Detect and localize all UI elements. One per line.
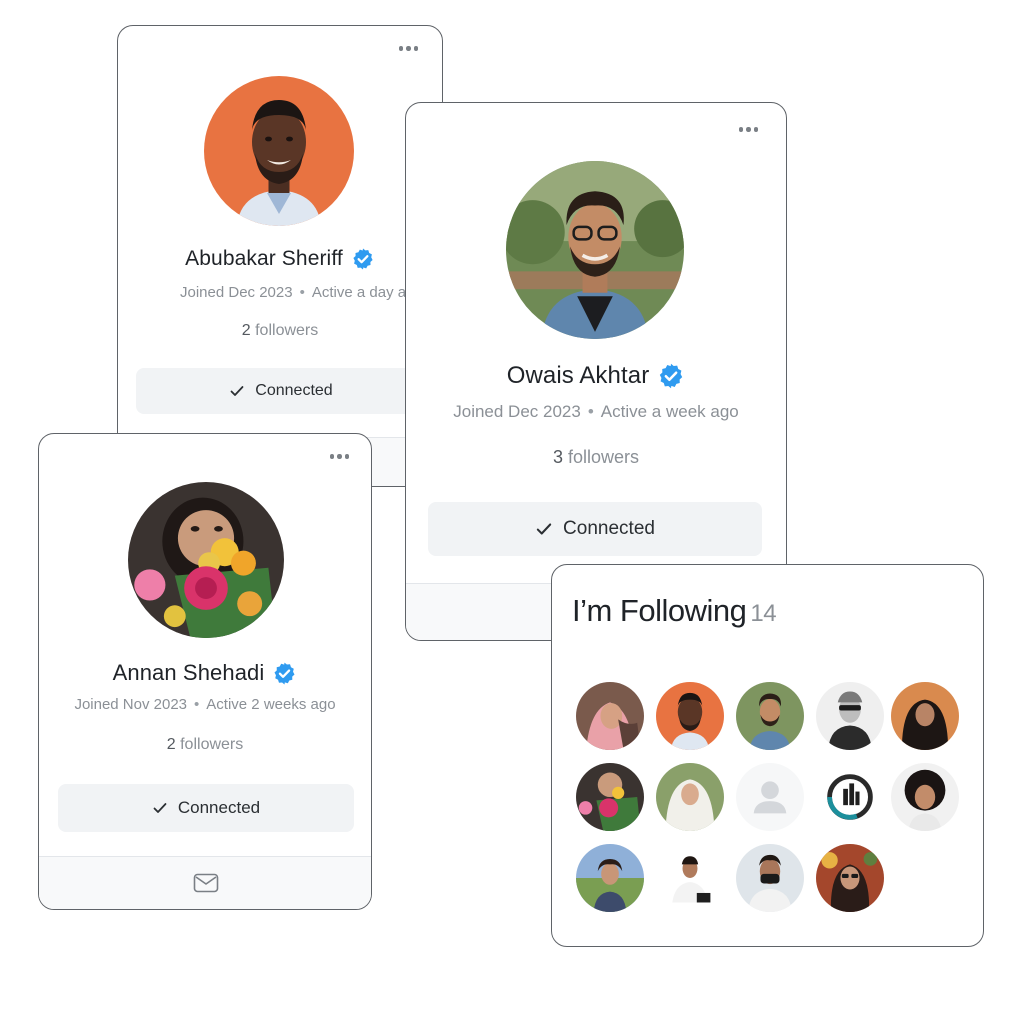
profile-card-abubakar: Abubakar Sheriff Joined Dec 2023 • Active … — [117, 25, 443, 487]
connected-button[interactable]: Connected — [428, 502, 762, 556]
connected-button-label: Connected — [255, 382, 333, 399]
connected-button-label: Connected — [177, 798, 261, 817]
last-active: Active a week ago — [600, 402, 739, 421]
check-icon — [230, 386, 244, 396]
following-avatar[interactable] — [736, 763, 804, 831]
joined-date: Joined Dec 2023 — [453, 402, 581, 421]
following-avatar[interactable] — [816, 682, 884, 750]
following-count: 14 — [750, 600, 777, 627]
profile-name-row: Owais Akhtar — [406, 362, 786, 390]
connected-button[interactable]: Connected — [136, 368, 426, 414]
followers-count[interactable]: 2 followers — [118, 322, 442, 340]
profile-meta: Joined Dec 2023 • Active a day ago — [118, 284, 442, 301]
card-footer — [39, 856, 371, 909]
meta-separator: • — [587, 402, 594, 421]
following-avatar[interactable] — [736, 682, 804, 750]
following-avatar[interactable] — [891, 763, 959, 831]
verified-badge-icon — [660, 363, 683, 389]
following-avatar[interactable] — [656, 844, 724, 912]
followers-count[interactable]: 3 followers — [406, 447, 786, 468]
joined-date: Joined Dec 2023 — [180, 284, 293, 301]
following-avatar[interactable] — [656, 682, 724, 750]
profile-name[interactable]: Owais Akhtar — [507, 362, 650, 390]
following-avatar[interactable] — [891, 682, 959, 750]
profile-card-owais: Owais Akhtar Joined Dec 2023 • Active a we… — [405, 102, 787, 641]
check-icon — [153, 803, 167, 813]
following-card: I’m Following 14 — [551, 564, 984, 947]
followers-label: followers — [255, 322, 319, 339]
connected-button-label: Connected — [563, 518, 655, 539]
followers-number: 2 — [166, 736, 176, 753]
followers-count[interactable]: 2 followers — [39, 736, 371, 754]
profile-name[interactable]: Abubakar Sheriff — [185, 247, 343, 271]
profile-name-row: Abubakar Sheriff — [118, 247, 442, 271]
more-options-icon[interactable] — [326, 450, 354, 463]
following-avatar[interactable] — [816, 763, 884, 831]
following-avatar[interactable] — [656, 763, 724, 831]
profile-meta: Joined Nov 2023 • Active 2 weeks ago — [39, 696, 371, 713]
following-avatar[interactable] — [576, 682, 644, 750]
avatar[interactable] — [128, 482, 284, 638]
followers-number: 3 — [552, 447, 563, 467]
following-avatar[interactable] — [576, 844, 644, 912]
check-icon — [536, 523, 552, 535]
profile-card-annan: Annan Shehadi Joined Nov 2023 • Active 2 w… — [38, 433, 372, 910]
following-heading: I’m Following — [572, 593, 747, 628]
meta-separator: • — [299, 284, 305, 301]
following-avatar[interactable] — [576, 763, 644, 831]
connected-button[interactable]: Connected — [58, 784, 354, 832]
more-options-icon[interactable] — [735, 123, 763, 136]
following-avatar[interactable] — [736, 844, 804, 912]
followers-label: followers — [568, 447, 640, 467]
following-title: I’m Following 14 — [572, 593, 777, 629]
followers-label: followers — [180, 736, 244, 753]
following-avatar[interactable] — [816, 844, 884, 912]
verified-badge-icon — [353, 248, 373, 270]
default-user-icon — [736, 763, 804, 831]
avatar[interactable] — [204, 76, 354, 226]
followers-number: 2 — [241, 322, 251, 339]
avatar[interactable] — [506, 161, 684, 339]
last-active: Active 2 weeks ago — [206, 696, 336, 713]
joined-date: Joined Nov 2023 — [74, 696, 188, 713]
mail-icon[interactable] — [193, 873, 219, 893]
more-options-icon[interactable] — [395, 42, 423, 55]
meta-separator: • — [194, 696, 200, 713]
profile-name-row: Annan Shehadi — [39, 660, 371, 686]
profile-name[interactable]: Annan Shehadi — [113, 660, 265, 686]
verified-badge-icon — [274, 662, 295, 684]
profile-meta: Joined Dec 2023 • Active a week ago — [406, 402, 786, 422]
